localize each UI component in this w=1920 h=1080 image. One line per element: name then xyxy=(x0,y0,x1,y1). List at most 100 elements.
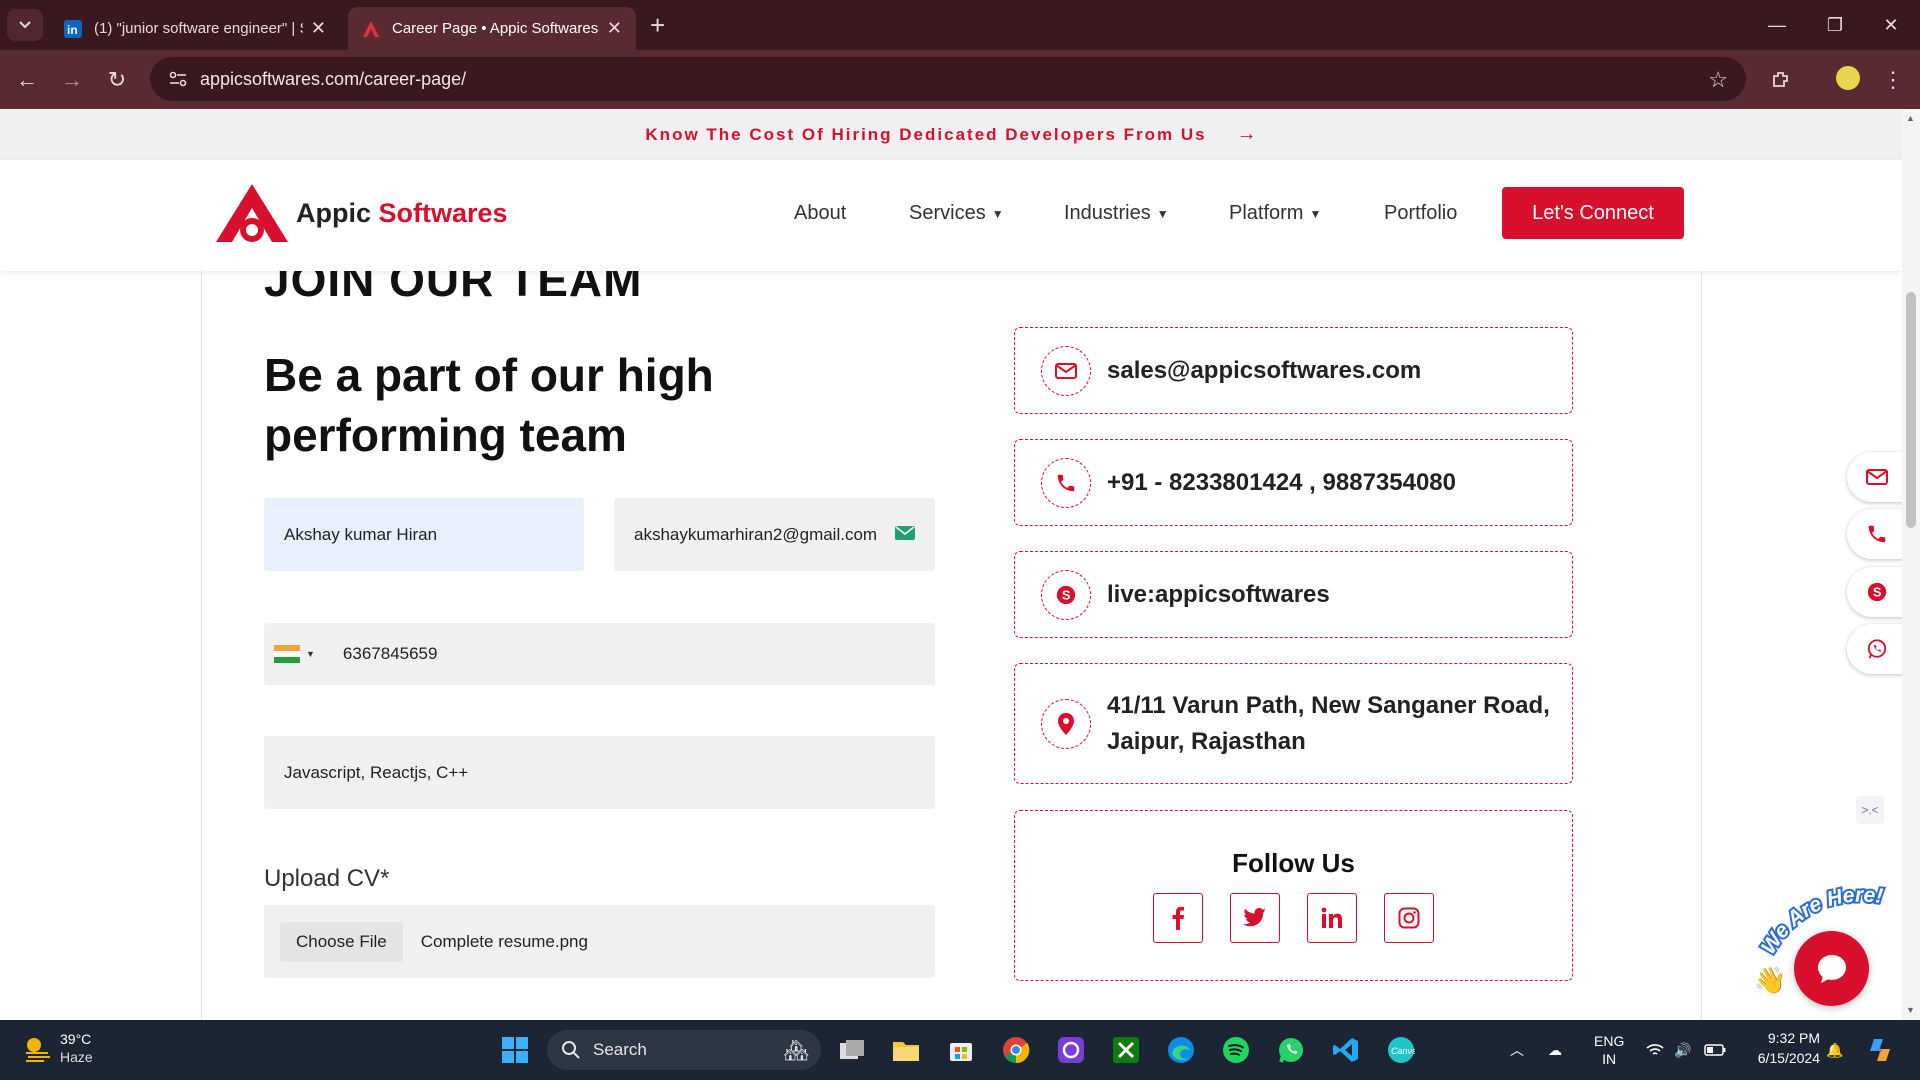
vscode-icon[interactable] xyxy=(1328,1032,1364,1068)
appic-icon xyxy=(362,20,380,38)
page-scrollbar[interactable]: ▲ ▼ xyxy=(1902,109,1920,1020)
new-tab-button[interactable]: + xyxy=(650,10,665,40)
choose-file-button[interactable]: Choose File xyxy=(280,921,403,962)
clock-time: 9:32 PM xyxy=(1767,1030,1820,1046)
browser-tab-linkedin[interactable]: in (1) "junior software engineer" | S ✕ xyxy=(50,7,340,50)
task-view-icon[interactable] xyxy=(834,1032,870,1068)
name-input[interactable]: Akshay kumar Hiran xyxy=(264,498,584,571)
weather-widget[interactable]: 39°C Haze xyxy=(22,1030,93,1066)
floating-email-button[interactable] xyxy=(1847,452,1902,502)
name-value: Akshay kumar Hiran xyxy=(284,524,438,544)
instagram-icon[interactable] xyxy=(1384,893,1434,943)
chrome-icon[interactable] xyxy=(998,1032,1034,1068)
nav-portfolio[interactable]: Portfolio xyxy=(1384,202,1457,225)
chat-bubble-icon xyxy=(1817,954,1846,983)
close-window-button[interactable]: ✕ xyxy=(1862,0,1920,50)
profile-avatar[interactable] xyxy=(1836,66,1860,90)
language-indicator[interactable]: ENG IN xyxy=(1594,1020,1624,1080)
address-bar[interactable]: appicsoftwares.com/career-page/ ☆ xyxy=(150,57,1746,101)
svg-text:Canva: Canva xyxy=(1391,1046,1415,1056)
phone-input[interactable]: ▼ 6367845659 xyxy=(264,623,935,685)
region-code: IN xyxy=(1602,1051,1617,1067)
site-logo[interactable]: Appic Softwares xyxy=(214,182,508,244)
system-clock[interactable]: 9:32 PM 6/15/2024 xyxy=(1742,1028,1820,1068)
notification-bell-icon[interactable]: 🔔 xyxy=(1826,1020,1843,1080)
nav-platform[interactable]: Platform ▼ xyxy=(1229,202,1321,225)
skype-card[interactable]: S live:appicsoftwares xyxy=(1014,551,1573,638)
xbox-icon[interactable] xyxy=(1108,1032,1144,1068)
nav-services[interactable]: Services ▼ xyxy=(909,202,1004,225)
tab-search-button[interactable] xyxy=(7,9,43,41)
lets-connect-button[interactable]: Let's Connect xyxy=(1502,187,1684,239)
copilot-icon[interactable] xyxy=(1866,1020,1894,1080)
contact-phone: +91 - 8233801424 , 9887354080 xyxy=(1107,468,1456,496)
scroll-down-icon[interactable]: ▼ xyxy=(1906,1005,1915,1015)
chevron-down-icon: ▼ xyxy=(991,206,1004,221)
back-icon[interactable]: ← xyxy=(10,63,44,97)
logo-text: Appic Softwares xyxy=(296,197,508,228)
wifi-icon[interactable] xyxy=(1646,1020,1664,1080)
address-card[interactable]: 41/11 Varun Path, New Sanganer Road, Jaip… xyxy=(1014,663,1573,784)
canva-icon[interactable]: Canva xyxy=(1383,1032,1419,1068)
floating-skype-button[interactable]: S xyxy=(1847,567,1902,617)
widget-toggle-icon[interactable]: >.< xyxy=(1856,796,1884,824)
restore-button[interactable]: ❐ xyxy=(1806,0,1864,50)
clock-date: 6/15/2024 xyxy=(1757,1050,1820,1066)
app-icon-purple[interactable] xyxy=(1053,1032,1089,1068)
edge-icon[interactable] xyxy=(1163,1032,1199,1068)
twitter-icon[interactable] xyxy=(1230,893,1280,943)
battery-icon[interactable] xyxy=(1704,1020,1726,1080)
location-pin-icon xyxy=(1041,698,1091,749)
file-explorer-icon[interactable] xyxy=(888,1032,924,1068)
cv-file-input[interactable]: Choose File Complete resume.png xyxy=(264,905,935,978)
scroll-up-icon[interactable]: ▲ xyxy=(1906,113,1915,123)
haze-icon xyxy=(26,1038,50,1062)
close-icon[interactable]: ✕ xyxy=(607,18,622,39)
site-info-icon[interactable] xyxy=(156,71,200,87)
appic-logo-icon xyxy=(216,184,288,242)
email-input[interactable]: akshaykumarhiran2@gmail.com xyxy=(614,498,935,571)
country-dropdown-icon[interactable]: ▼ xyxy=(306,649,315,659)
phone-value: 6367845659 xyxy=(342,644,438,663)
browser-tab-appic[interactable]: Career Page • Appic Softwares ✕ xyxy=(348,7,636,50)
contact-skype: live:appicsoftwares xyxy=(1107,580,1330,608)
browser-toolbar: ← → ↻ appicsoftwares.com/career-page/ ☆ … xyxy=(0,50,1920,109)
chat-launcher-button[interactable] xyxy=(1794,931,1869,1006)
autofill-email-icon[interactable] xyxy=(895,525,915,545)
whatsapp-icon xyxy=(1867,639,1887,659)
tray-overflow-icon[interactable]: ︿ xyxy=(1510,1020,1524,1080)
onedrive-icon[interactable]: ☁ xyxy=(1548,1020,1562,1080)
microsoft-store-icon[interactable] xyxy=(943,1032,979,1068)
phone-card[interactable]: +91 - 8233801424 , 9887354080 xyxy=(1014,439,1573,526)
file-name: Complete resume.png xyxy=(420,931,588,951)
spotify-icon[interactable] xyxy=(1218,1032,1254,1068)
nav-about[interactable]: About xyxy=(794,202,846,225)
skills-input[interactable]: Javascript, Reactjs, C++ xyxy=(264,736,935,809)
whatsapp-icon[interactable] xyxy=(1273,1032,1309,1068)
taskbar-search-box[interactable]: Search 🏘 xyxy=(547,1030,821,1070)
svg-text:S: S xyxy=(1062,587,1071,602)
reload-icon[interactable]: ↻ xyxy=(100,63,134,97)
skype-icon: S xyxy=(1867,582,1887,602)
facebook-icon[interactable] xyxy=(1153,893,1203,943)
extensions-icon[interactable] xyxy=(1764,63,1798,97)
bookmark-star-icon[interactable]: ☆ xyxy=(1708,67,1728,93)
scrollbar-thumb[interactable] xyxy=(1906,292,1916,528)
email-value: akshaykumarhiran2@gmail.com xyxy=(634,524,878,544)
windows-start-icon[interactable] xyxy=(497,1032,533,1068)
volume-icon[interactable]: 🔊 xyxy=(1674,1020,1691,1080)
india-flag-icon[interactable] xyxy=(274,645,300,663)
linkedin-icon[interactable] xyxy=(1307,893,1357,943)
menu-dots-icon[interactable]: ⋮ xyxy=(1876,63,1910,97)
email-card[interactable]: sales@appicsoftwares.com xyxy=(1014,327,1573,414)
floating-whatsapp-button[interactable] xyxy=(1847,624,1902,674)
close-icon[interactable]: ✕ xyxy=(311,18,326,39)
nav-industries[interactable]: Industries ▼ xyxy=(1064,202,1169,225)
promo-banner[interactable]: Know The Cost Of Hiring Dedicated Develo… xyxy=(0,109,1902,160)
floating-phone-button[interactable] xyxy=(1847,509,1902,559)
skills-value: Javascript, Reactjs, C++ xyxy=(284,762,469,782)
windows-taskbar: 39°C Haze Search 🏘 Canva ︿ ☁ ENG IN 🔊 9:… xyxy=(0,1020,1920,1080)
minimize-button[interactable]: — xyxy=(1748,0,1806,50)
svg-text:S: S xyxy=(1873,585,1882,600)
forward-icon[interactable]: → xyxy=(55,63,89,97)
